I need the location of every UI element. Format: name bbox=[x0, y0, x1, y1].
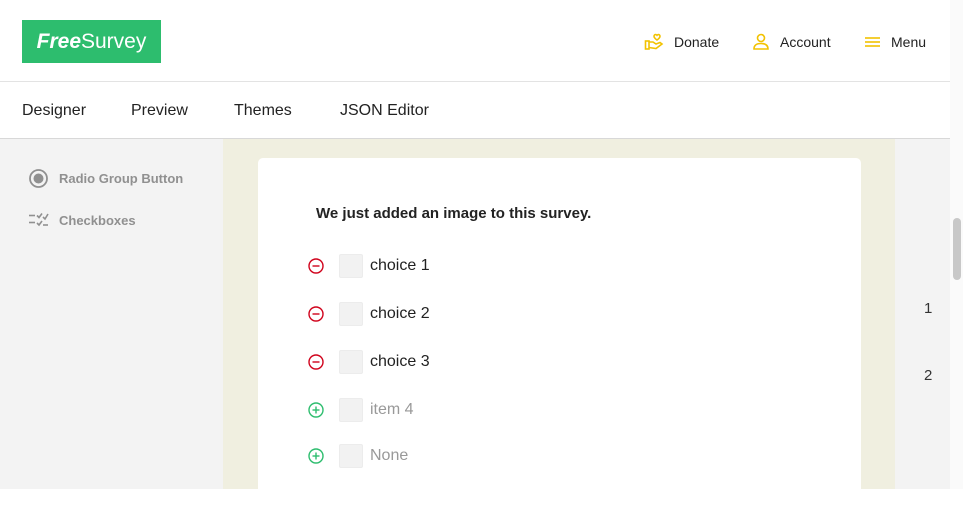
tab-json-editor[interactable]: JSON Editor bbox=[340, 102, 429, 120]
tab-designer[interactable]: Designer bbox=[22, 102, 86, 120]
add-choice-button[interactable] bbox=[307, 401, 325, 419]
choice-label[interactable]: choice 3 bbox=[370, 353, 430, 371]
remove-circle-icon bbox=[308, 354, 324, 370]
toolbox-item-label: Radio Group Button bbox=[59, 171, 184, 186]
page-number-1[interactable]: 1 bbox=[924, 300, 932, 317]
choice-label[interactable]: item 4 bbox=[370, 401, 414, 419]
remove-choice-button[interactable] bbox=[307, 353, 325, 371]
toolbox-item-label: Checkboxes bbox=[59, 212, 136, 228]
tab-preview[interactable]: Preview bbox=[131, 102, 188, 120]
donate-hand-heart-icon bbox=[644, 33, 664, 50]
radio-button-icon bbox=[29, 169, 48, 188]
choice-checkbox[interactable] bbox=[339, 350, 363, 374]
add-choice-button[interactable] bbox=[307, 447, 325, 465]
add-circle-icon bbox=[308, 402, 324, 418]
donate-link[interactable]: Donate bbox=[644, 32, 719, 52]
account-label: Account bbox=[780, 34, 831, 50]
designer-tabs: Designer Preview Themes JSON Editor bbox=[0, 83, 963, 139]
menu-label: Menu bbox=[891, 34, 927, 50]
page-number-2[interactable]: 2 bbox=[924, 367, 932, 384]
checkboxes-icon bbox=[29, 213, 49, 227]
choice-item: None bbox=[307, 443, 408, 469]
choice-label[interactable]: None bbox=[370, 447, 408, 465]
scrollbar-thumb[interactable] bbox=[953, 218, 961, 280]
app-header: FreeSurvey Donate Account Menu bbox=[0, 0, 963, 82]
question-card[interactable]: We just added an image to this survey. c… bbox=[258, 158, 861, 498]
freesurvey-logo[interactable]: FreeSurvey bbox=[22, 20, 161, 63]
choice-item: choice 3 bbox=[307, 349, 430, 375]
account-user-icon bbox=[753, 33, 769, 50]
choice-checkbox[interactable] bbox=[339, 302, 363, 326]
remove-choice-button[interactable] bbox=[307, 305, 325, 323]
bottom-area bbox=[0, 489, 978, 517]
choice-item: choice 1 bbox=[307, 253, 430, 279]
choice-checkbox[interactable] bbox=[339, 444, 363, 468]
remove-circle-icon bbox=[308, 306, 324, 322]
donate-label: Donate bbox=[674, 34, 720, 50]
toolbox-panel: Radio Group Button Checkboxes bbox=[0, 139, 223, 489]
logo-survey-text: Survey bbox=[81, 30, 147, 53]
choice-checkbox[interactable] bbox=[339, 398, 363, 422]
choice-checkbox[interactable] bbox=[339, 254, 363, 278]
hamburger-menu-icon bbox=[865, 37, 880, 47]
choice-item: choice 2 bbox=[307, 301, 430, 327]
tab-themes[interactable]: Themes bbox=[234, 102, 292, 120]
question-title[interactable]: We just added an image to this survey. bbox=[316, 205, 591, 222]
account-link[interactable]: Account bbox=[752, 32, 831, 52]
design-canvas: We just added an image to this survey. c… bbox=[223, 139, 895, 498]
toolbox-item-checkboxes[interactable]: Checkboxes bbox=[28, 212, 136, 228]
choice-label[interactable]: choice 2 bbox=[370, 305, 430, 323]
menu-button[interactable]: Menu bbox=[864, 32, 926, 52]
remove-circle-icon bbox=[308, 258, 324, 274]
logo-free-text: Free bbox=[36, 30, 81, 53]
choice-item: item 4 bbox=[307, 397, 414, 423]
add-circle-icon bbox=[308, 448, 324, 464]
remove-choice-button[interactable] bbox=[307, 257, 325, 275]
toolbox-item-radio-group-button[interactable]: Radio Group Button bbox=[28, 168, 183, 189]
choice-label[interactable]: choice 1 bbox=[370, 257, 430, 275]
